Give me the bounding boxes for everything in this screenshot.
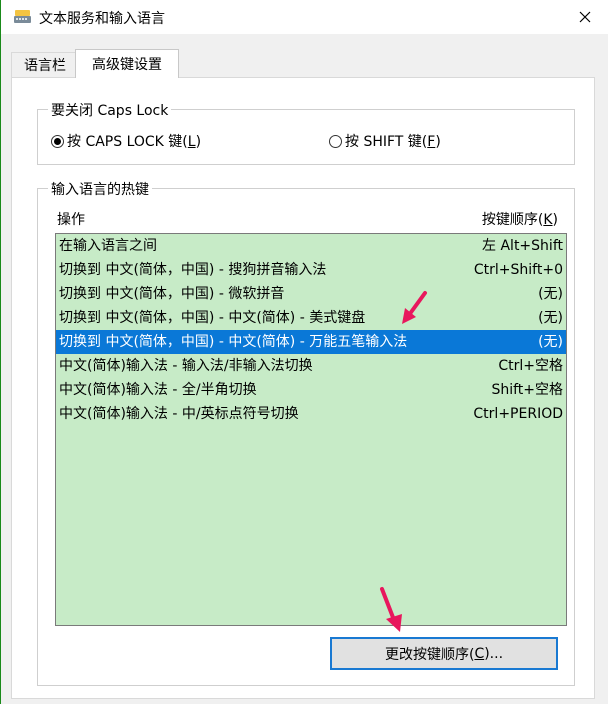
column-header-key-order: 按键顺序(K) xyxy=(481,212,558,228)
radio-shift-key[interactable]: 按 SHIFT 键(F) xyxy=(329,131,441,151)
hotkey-row[interactable]: 中文(简体)输入法 - 中/英标点符号切换 Ctrl+PERIOD xyxy=(56,402,566,426)
hotkey-keys: (无) xyxy=(538,286,563,302)
hotkey-list[interactable]: 在输入语言之间 左 Alt+Shift 切换到 中文(简体，中国) - 搜狗拼音… xyxy=(55,233,567,626)
close-icon xyxy=(579,11,591,23)
keyboard-icon xyxy=(14,10,31,23)
hotkey-keys: (无) xyxy=(538,334,563,350)
tab-advanced-key-settings[interactable]: 高级键设置 xyxy=(75,49,179,78)
hotkey-row[interactable]: 在输入语言之间 左 Alt+Shift xyxy=(56,234,566,258)
hotkey-row[interactable]: 中文(简体)输入法 - 输入法/非输入法切换 Ctrl+空格 xyxy=(56,354,566,378)
hotkey-action: 中文(简体)输入法 - 全/半角切换 xyxy=(59,382,257,398)
dialog-window: 文本服务和输入语言 语言栏 高级键设置 要关闭 Caps Lock 按 CAPS… xyxy=(0,0,608,704)
hotkey-action: 切换到 中文(简体，中国) - 微软拼音 xyxy=(59,286,285,302)
hotkey-keys: Shift+空格 xyxy=(491,382,563,398)
hotkey-keys: (无) xyxy=(538,310,563,326)
column-header-action: 操作 xyxy=(57,212,85,228)
hotkey-row[interactable]: 中文(简体)输入法 - 全/半角切换 Shift+空格 xyxy=(56,378,566,402)
hotkey-action: 中文(简体)输入法 - 输入法/非输入法切换 xyxy=(59,358,313,374)
change-key-sequence-button[interactable]: 更改按键顺序(C)... xyxy=(330,637,558,670)
radio-selected-icon xyxy=(51,134,64,148)
caps-lock-group-label: 要关闭 Caps Lock xyxy=(48,100,172,120)
hotkey-row[interactable]: 切换到 中文(简体，中国) - 搜狗拼音输入法 Ctrl+Shift+0 xyxy=(56,258,566,282)
hotkey-action: 在输入语言之间 xyxy=(59,238,157,254)
hotkey-keys: Ctrl+空格 xyxy=(498,358,563,374)
hotkey-action: 切换到 中文(简体，中国) - 搜狗拼音输入法 xyxy=(59,262,327,278)
hotkey-keys: Ctrl+Shift+0 xyxy=(473,262,563,278)
title-bar: 文本服务和输入语言 xyxy=(1,0,608,34)
hotkey-action: 中文(简体)输入法 - 中/英标点符号切换 xyxy=(59,406,299,422)
radio-unselected-icon xyxy=(329,134,342,148)
window-title: 文本服务和输入语言 xyxy=(39,11,165,27)
hotkey-row[interactable]: 切换到 中文(简体，中国) - 微软拼音 (无) xyxy=(56,282,566,306)
hotkey-row[interactable]: 切换到 中文(简体，中国) - 中文(简体) - 美式键盘 (无) xyxy=(56,306,566,330)
radio-shift-label: 按 SHIFT 键(F) xyxy=(345,134,441,150)
hotkey-action: 切换到 中文(简体，中国) - 中文(简体) - 美式键盘 xyxy=(59,310,366,326)
hotkey-keys: Ctrl+PERIOD xyxy=(473,406,563,422)
hotkey-keys: 左 Alt+Shift xyxy=(482,238,563,254)
hotkey-action: 切换到 中文(简体，中国) - 中文(简体) - 万能五笔输入法 xyxy=(59,334,408,350)
radio-caps-lock-label: 按 CAPS LOCK 键(L) xyxy=(67,134,202,150)
hotkeys-group-label: 输入语言的热键 xyxy=(48,179,152,199)
tab-language-bar[interactable]: 语言栏 xyxy=(11,52,79,77)
close-button[interactable] xyxy=(562,0,608,34)
tab-panel: 要关闭 Caps Lock 按 CAPS LOCK 键(L) 按 SHIFT 键… xyxy=(11,77,595,699)
radio-caps-lock-key[interactable]: 按 CAPS LOCK 键(L) xyxy=(51,131,201,151)
hotkey-row-selected[interactable]: 切换到 中文(简体，中国) - 中文(简体) - 万能五笔输入法 (无) xyxy=(56,330,566,354)
